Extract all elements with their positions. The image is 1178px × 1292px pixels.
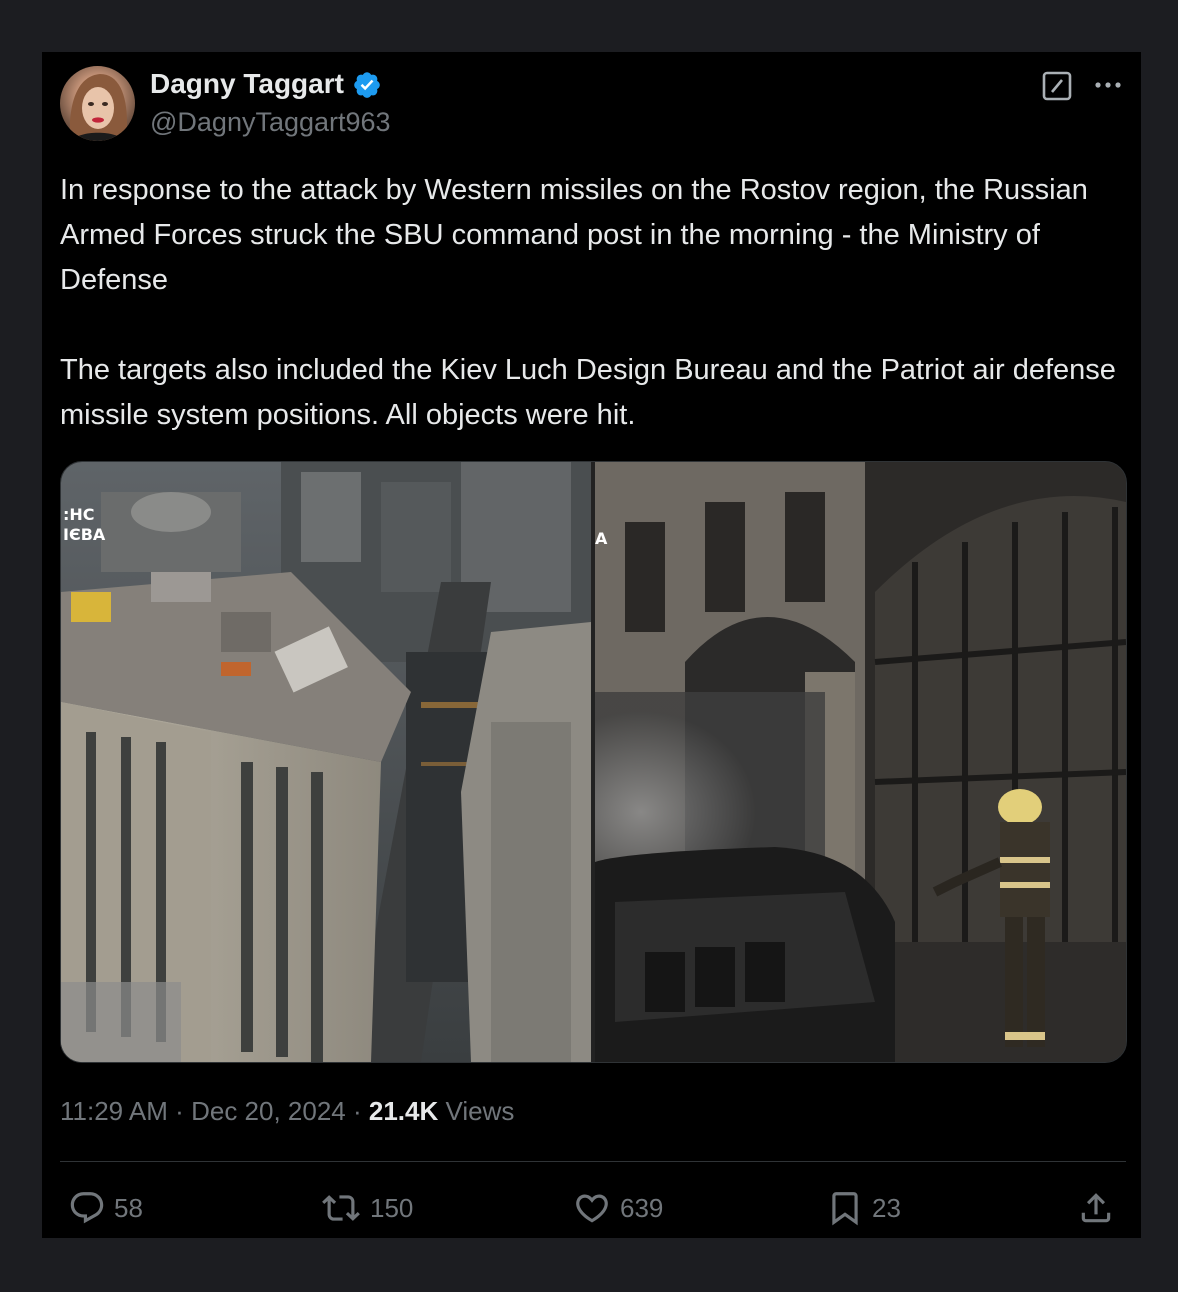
repost-count: 150: [370, 1192, 414, 1223]
tweet-meta: 11:29 AM · Dec 20, 2024 · 21.4K Views: [60, 1094, 514, 1128]
meta-separator: ·: [175, 1096, 184, 1126]
verified-badge-icon: [354, 72, 380, 98]
author-handle[interactable]: @DagnyTaggart963: [150, 104, 391, 140]
grok-icon[interactable]: [1041, 70, 1073, 102]
tweet-date[interactable]: Dec 20, 2024: [191, 1096, 346, 1126]
bookmark-count: 23: [872, 1192, 901, 1223]
views-label: Views: [445, 1096, 515, 1126]
reply-icon: [70, 1192, 104, 1224]
avatar[interactable]: [60, 66, 135, 141]
share-icon: [1081, 1193, 1111, 1223]
like-icon: [576, 1194, 608, 1223]
author-name[interactable]: Dagny Taggart: [150, 66, 344, 102]
tweet-time[interactable]: 11:29 AM: [60, 1096, 168, 1126]
views-count[interactable]: 21.4K: [369, 1096, 438, 1126]
repost-button[interactable]: 150: [320, 1186, 413, 1230]
tweet-photo-damaged-building-aerial[interactable]: :НС ІЄВА: [61, 462, 591, 1062]
tweet-photo-burned-car-firefighter[interactable]: А: [595, 462, 1126, 1062]
media-grid: :НС ІЄВА А: [60, 461, 1127, 1063]
reply-count: 58: [114, 1192, 143, 1223]
divider: [60, 1161, 1126, 1162]
photo-watermark: ІЄВА: [63, 525, 106, 544]
like-count: 639: [620, 1192, 664, 1223]
photo-watermark: :НС: [63, 505, 95, 524]
tweet-card: Dagny Taggart @DagnyTaggart963 In respon…: [42, 52, 1141, 1238]
repost-icon: [322, 1195, 360, 1221]
photo-watermark: А: [595, 529, 608, 548]
more-icon[interactable]: [1093, 72, 1123, 98]
meta-separator: ·: [352, 1096, 362, 1126]
tweet-paragraph: In response to the attack by Western mis…: [60, 174, 1095, 296]
bookmark-icon: [832, 1192, 858, 1226]
share-button[interactable]: [1077, 1186, 1115, 1230]
tweet-text: In response to the attack by Western mis…: [60, 168, 1135, 438]
tweet-paragraph: The targets also included the Kiev Luch …: [60, 354, 1124, 431]
like-button[interactable]: 639: [572, 1186, 663, 1230]
bookmark-button[interactable]: 23: [826, 1186, 901, 1230]
reply-button[interactable]: 58: [68, 1186, 143, 1230]
